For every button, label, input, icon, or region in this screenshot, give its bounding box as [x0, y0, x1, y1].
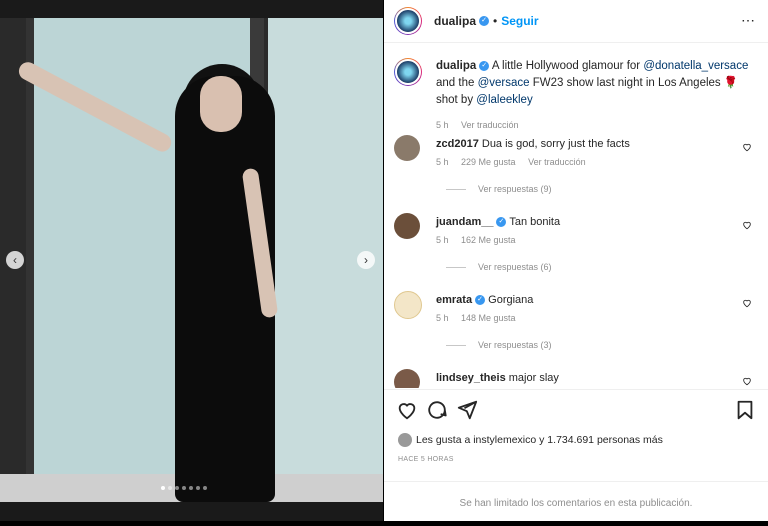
carousel-dots [161, 486, 207, 490]
avatar[interactable] [394, 58, 422, 86]
comment-item: emrata ✓ Gorgiana 5 h 148 Me gusta Ver re… [394, 291, 754, 361]
view-replies-button[interactable]: Ver respuestas (9) [446, 184, 552, 194]
next-photo-button[interactable]: › [357, 251, 375, 269]
comment-item: juandam__ ✓ Tan bonita 5 h 162 Me gusta V… [394, 213, 754, 283]
avatar[interactable] [394, 369, 420, 388]
avatar[interactable] [394, 291, 422, 319]
post-photo: ‹ › [0, 0, 383, 521]
carousel-dot [182, 486, 186, 490]
carousel-dot [168, 486, 172, 490]
likes-count[interactable]: 162 Me gusta [461, 235, 516, 245]
comment-item: zcd2017 Dua is god, sorry just the facts… [394, 135, 754, 205]
verified-icon: ✓ [479, 60, 490, 71]
comment-username[interactable]: juandam__ [436, 216, 493, 228]
like-heart-icon[interactable] [396, 399, 418, 421]
post-timestamp: HACE 5 HORAS [398, 456, 454, 463]
action-bar [384, 389, 768, 428]
post-panel: dualipa ✓ • Seguir ⋯ dualipa ✓ A little H… [384, 0, 768, 521]
likes-count[interactable]: 229 Me gusta [461, 157, 516, 167]
comment-username[interactable]: lindsey_theis [436, 372, 506, 384]
verified-icon: ✓ [479, 16, 490, 26]
like-heart-icon[interactable] [742, 298, 752, 308]
carousel-dot [175, 486, 179, 490]
likes-count[interactable]: 148 Me gusta [461, 313, 516, 323]
comment-icon[interactable] [426, 399, 448, 421]
carousel-dot [203, 486, 207, 490]
avatar [398, 433, 412, 447]
avatar[interactable] [394, 7, 422, 35]
caption-meta: 5 h Ver traducción [436, 120, 519, 130]
header-username[interactable]: dualipa [434, 14, 476, 28]
like-heart-icon[interactable] [742, 142, 752, 152]
follow-button[interactable]: Seguir [501, 14, 538, 28]
caption: dualipa ✓ A little Hollywood glamour for … [394, 58, 754, 133]
comments-list[interactable]: dualipa ✓ A little Hollywood glamour for … [384, 43, 768, 388]
comments-limited-notice: Se han limitado los comentarios en esta … [384, 481, 768, 522]
mention-link[interactable]: @versace [478, 77, 530, 89]
view-replies-button[interactable]: Ver respuestas (3) [446, 340, 552, 350]
view-replies-button[interactable]: Ver respuestas (6) [446, 262, 552, 272]
mention-link[interactable]: @donatella_versace [643, 60, 748, 72]
like-heart-icon[interactable] [742, 376, 752, 386]
verified-icon: ✓ [496, 217, 507, 228]
comment-username[interactable]: emrata [436, 294, 472, 306]
comment-item: lindsey_theis major slay [394, 369, 754, 388]
more-options-icon[interactable]: ⋯ [741, 12, 756, 29]
carousel-dot [189, 486, 193, 490]
share-icon[interactable] [456, 399, 478, 421]
mention-link[interactable]: @laleekley [476, 94, 532, 106]
photo-image [0, 18, 383, 502]
like-heart-icon[interactable] [742, 220, 752, 230]
caption-text: dualipa ✓ A little Hollywood glamour for … [436, 60, 749, 106]
translate-link[interactable]: Ver traducción [528, 157, 586, 167]
translate-link[interactable]: Ver traducción [461, 120, 519, 130]
avatar[interactable] [394, 135, 420, 161]
verified-icon: ✓ [475, 295, 486, 306]
carousel-dot [161, 486, 165, 490]
post-header: dualipa ✓ • Seguir ⋯ [384, 0, 768, 43]
prev-photo-button[interactable]: ‹ [6, 251, 24, 269]
avatar[interactable] [394, 213, 420, 239]
comment-username[interactable]: zcd2017 [436, 138, 479, 150]
carousel-dot [196, 486, 200, 490]
likes-summary[interactable]: Les gusta a instylemexico y 1.734.691 pe… [398, 433, 663, 447]
save-bookmark-icon[interactable] [734, 399, 756, 421]
caption-username[interactable]: dualipa [436, 60, 476, 72]
